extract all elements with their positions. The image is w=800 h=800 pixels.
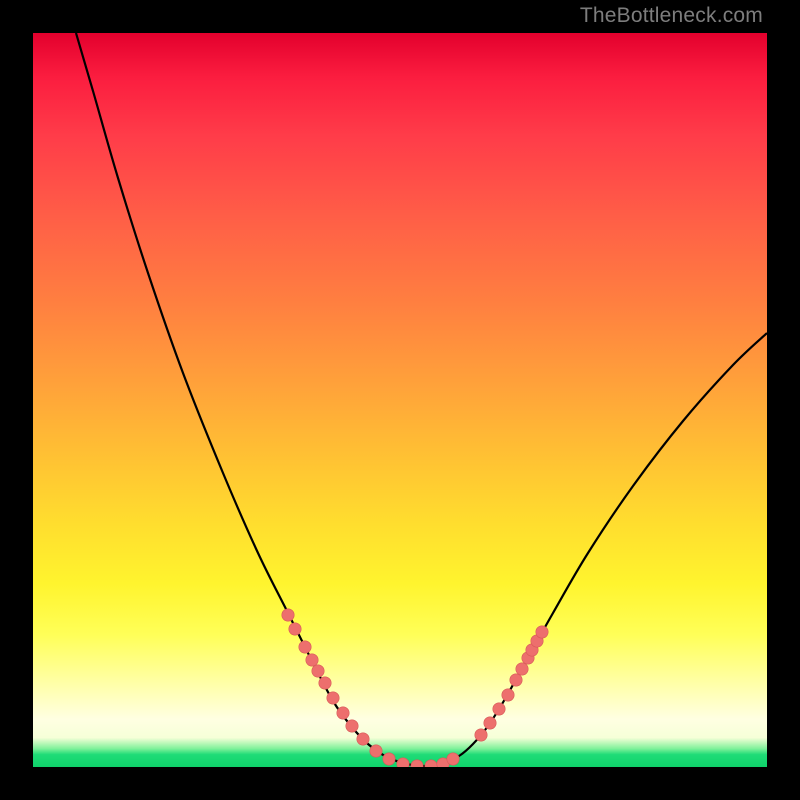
bottleneck-curve [76, 33, 767, 766]
bead-marker [510, 674, 522, 686]
bead-marker [475, 729, 487, 741]
bead-marker [319, 677, 331, 689]
bead-marker [337, 707, 349, 719]
bead-marker [370, 745, 382, 757]
bead-marker [484, 717, 496, 729]
bead-marker [289, 623, 301, 635]
curve-svg [33, 33, 767, 767]
bead-marker [502, 689, 514, 701]
bead-marker [447, 753, 459, 765]
bead-marker [536, 626, 548, 638]
bead-marker [299, 641, 311, 653]
bead-marker [346, 720, 358, 732]
bead-marker [327, 692, 339, 704]
bead-marker [306, 654, 318, 666]
bead-marker [516, 663, 528, 675]
bead-marker [282, 609, 294, 621]
bead-marker [397, 758, 409, 767]
bead-marker [312, 665, 324, 677]
outer-frame: TheBottleneck.com [0, 0, 800, 800]
plot-area [33, 33, 767, 767]
bead-marker [383, 753, 395, 765]
bead-marker [493, 703, 505, 715]
watermark-text: TheBottleneck.com [580, 4, 763, 28]
bead-marker [425, 760, 437, 767]
bead-marker [411, 760, 423, 767]
bead-marker [357, 733, 369, 745]
bead-group-left [282, 609, 459, 767]
bead-group-right [475, 626, 548, 741]
